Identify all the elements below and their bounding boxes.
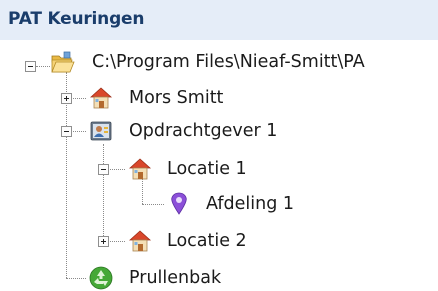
recycle-icon [88, 265, 114, 291]
panel-title: PAT Keuringen [8, 9, 145, 29]
tree-item-mors-smitt[interactable]: Mors Smitt [129, 87, 223, 109]
tree-connector [36, 66, 50, 67]
tree-connector [103, 144, 104, 242]
house-icon [127, 156, 153, 182]
collapse-toggle-locatie1[interactable] [98, 164, 109, 175]
tree-view[interactable]: C:\Program Files\Nieaf-Smitt\PA Mors Smi… [0, 40, 438, 291]
tree-connector [66, 278, 86, 279]
tree-item-prullenbak[interactable]: Prullenbak [129, 267, 221, 289]
open-folder-icon [50, 50, 76, 76]
tree-root-label[interactable]: C:\Program Files\Nieaf-Smitt\PA [92, 51, 365, 73]
tree-connector [142, 204, 164, 205]
expand-toggle-locatie2[interactable] [98, 236, 109, 247]
panel-header: PAT Keuringen [0, 0, 438, 40]
client-card-icon [88, 118, 114, 144]
house-icon [127, 228, 153, 254]
house-icon [88, 85, 114, 111]
tree-item-locatie1[interactable]: Locatie 1 [167, 158, 247, 180]
tree-item-afdeling1[interactable]: Afdeling 1 [206, 193, 294, 215]
collapse-toggle-root[interactable] [25, 61, 36, 72]
collapse-toggle-opdrachtgever[interactable] [61, 126, 72, 137]
expand-toggle-mors-smitt[interactable] [61, 93, 72, 104]
tree-item-locatie2[interactable]: Locatie 2 [167, 230, 247, 252]
location-pin-icon [166, 191, 192, 217]
tree-item-opdrachtgever[interactable]: Opdrachtgever 1 [129, 120, 277, 142]
